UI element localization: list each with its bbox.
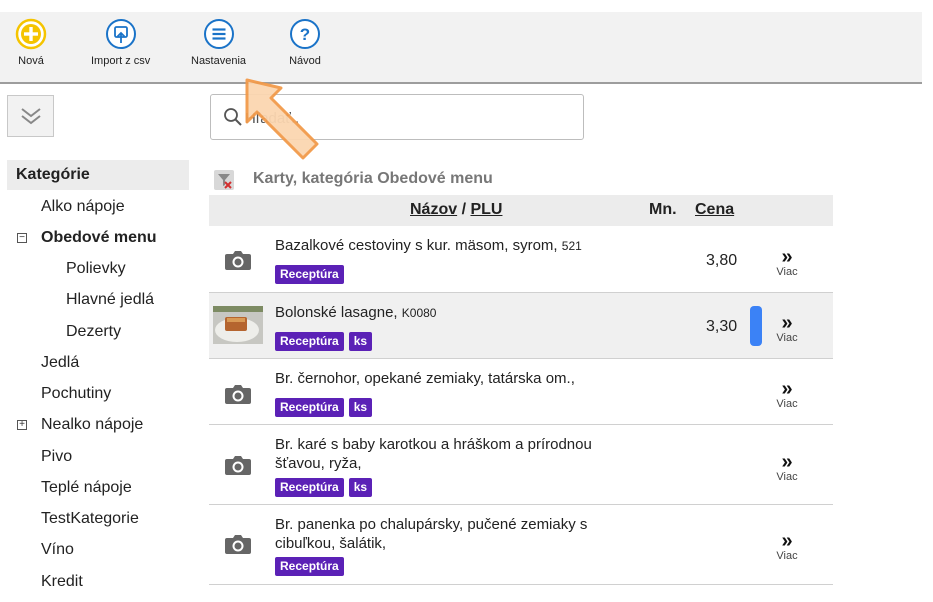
recipe-badge[interactable]: Receptúra	[275, 398, 344, 417]
table-row[interactable]: Bolonské lasagne, K0080 Receptúra ks 3,3…	[209, 293, 833, 359]
more-button[interactable]: » Viac	[772, 312, 802, 344]
item-price: 3,30	[706, 318, 738, 335]
more-button[interactable]: » Viac	[772, 451, 802, 483]
table-row[interactable]: Bazalkové cestoviny s kur. mäsom, syrom,…	[209, 226, 833, 293]
category-item-jedla[interactable]: Jedlá	[41, 354, 79, 372]
double-chevron-right-icon: »	[781, 378, 793, 400]
table-row[interactable]: Br. černohor, opekané zemiaky, tatárska …	[209, 359, 833, 425]
column-header-quantity: Mn.	[649, 201, 677, 218]
list-filter-title: Karty, kategória Obedové menu	[253, 170, 493, 187]
help-button[interactable]: ? Návod	[289, 18, 321, 67]
category-item-teple-napoje[interactable]: Teplé nápoje	[41, 479, 132, 497]
more-label: Viac	[776, 471, 798, 483]
help-button-label: Návod	[289, 55, 321, 67]
column-header-name-plu: Názov / PLU	[410, 201, 502, 219]
unit-badge[interactable]: ks	[348, 332, 373, 351]
more-label: Viac	[776, 550, 798, 562]
camera-icon	[225, 535, 251, 554]
item-name[interactable]: Bolonské lasagne, K0080	[275, 303, 665, 323]
collapse-toggle-button[interactable]	[7, 95, 54, 137]
unit-badge[interactable]: ks	[348, 398, 373, 417]
search-box[interactable]	[210, 94, 584, 140]
more-label: Viac	[776, 332, 798, 344]
search-icon	[224, 108, 242, 126]
settings-button[interactable]: Nastavenia	[191, 18, 246, 67]
collapse-tree-icon[interactable]: −	[17, 233, 27, 243]
category-item-polievky[interactable]: Polievky	[66, 260, 126, 278]
column-separator: /	[457, 201, 471, 218]
item-name[interactable]: Br. karé s baby karotkou a hráškom a prí…	[275, 435, 645, 473]
new-button-label: Nová	[18, 55, 44, 67]
more-button[interactable]: » Viac	[772, 246, 802, 278]
import-csv-button-label: Import z csv	[91, 55, 151, 67]
more-button[interactable]: » Viac	[772, 530, 802, 562]
item-tags: Receptúra ks	[275, 332, 373, 351]
double-chevron-right-icon: »	[781, 312, 793, 334]
column-header-price[interactable]: Cena	[695, 201, 734, 219]
settings-button-label: Nastavenia	[191, 55, 247, 67]
camera-icon	[225, 456, 251, 475]
item-plu: K0080	[401, 306, 437, 320]
category-item-kredit[interactable]: Kredit	[41, 573, 83, 591]
new-button[interactable]: Nová	[15, 18, 47, 67]
svg-text:?: ?	[300, 25, 310, 44]
item-tags: Receptúra ks	[275, 398, 373, 417]
clear-filter-icon[interactable]	[214, 170, 234, 190]
toolbar: Nová Import z csv Nastavenia ? Návod	[0, 12, 922, 84]
item-price: 3,80	[706, 252, 738, 269]
category-item-pivo[interactable]: Pivo	[41, 448, 72, 466]
quantity-indicator	[750, 306, 762, 346]
more-label: Viac	[776, 398, 798, 410]
more-label: Viac	[776, 266, 798, 278]
item-name[interactable]: Br. černohor, opekané zemiaky, tatárska …	[275, 369, 665, 388]
double-chevron-right-icon: »	[781, 530, 793, 552]
item-tags: Receptúra	[275, 265, 344, 284]
sort-by-price-link[interactable]: Cena	[695, 201, 734, 218]
category-item-vino[interactable]: Víno	[41, 541, 74, 559]
item-name[interactable]: Bazalkové cestoviny s kur. mäsom, syrom,…	[275, 236, 665, 256]
recipe-badge[interactable]: Receptúra	[275, 478, 344, 497]
expand-tree-icon[interactable]: +	[17, 420, 27, 430]
table-header: Názov / PLU Mn. Cena	[209, 195, 833, 226]
category-item-dezerty[interactable]: Dezerty	[66, 323, 121, 341]
table-row[interactable]: Br. panenka po chalupársky, pučené zemia…	[209, 505, 833, 585]
item-photo	[213, 306, 263, 344]
sort-by-name-link[interactable]: Názov	[410, 201, 457, 218]
categories-header: Kategórie	[7, 160, 189, 190]
recipe-badge[interactable]: Receptúra	[275, 557, 344, 576]
import-csv-button[interactable]: Import z csv	[91, 18, 150, 67]
double-chevron-right-icon: »	[781, 451, 793, 473]
category-item-hlavne-jedla[interactable]: Hlavné jedlá	[66, 291, 154, 309]
category-item-alko-napoje[interactable]: Alko nápoje	[41, 198, 125, 216]
more-button[interactable]: » Viac	[772, 378, 802, 410]
item-tags: Receptúra	[275, 557, 344, 576]
item-plu: 521	[561, 239, 582, 253]
recipe-badge[interactable]: Receptúra	[275, 265, 344, 284]
double-chevron-down-icon	[20, 108, 41, 125]
category-item-pochutiny[interactable]: Pochutiny	[41, 385, 111, 403]
category-item-testkategorie[interactable]: TestKategorie	[41, 510, 139, 528]
import-icon	[105, 18, 137, 50]
menu-lines-icon	[203, 18, 235, 50]
category-item-obedove-menu[interactable]: Obedové menu	[41, 229, 157, 247]
table-row[interactable]: Br. karé s baby karotkou a hráškom a prí…	[209, 425, 833, 505]
camera-icon	[225, 385, 251, 404]
category-item-nealko-napoje[interactable]: Nealko nápoje	[41, 416, 143, 434]
item-name[interactable]: Br. panenka po chalupársky, pučené zemia…	[275, 515, 645, 553]
plus-circle-icon	[15, 18, 47, 50]
question-icon: ?	[289, 18, 321, 50]
unit-badge[interactable]: ks	[348, 478, 373, 497]
double-chevron-right-icon: »	[781, 246, 793, 268]
search-input[interactable]	[245, 107, 565, 129]
item-tags: Receptúra ks	[275, 478, 373, 497]
sort-by-plu-link[interactable]: PLU	[470, 201, 502, 218]
camera-icon	[225, 251, 251, 270]
recipe-badge[interactable]: Receptúra	[275, 332, 344, 351]
